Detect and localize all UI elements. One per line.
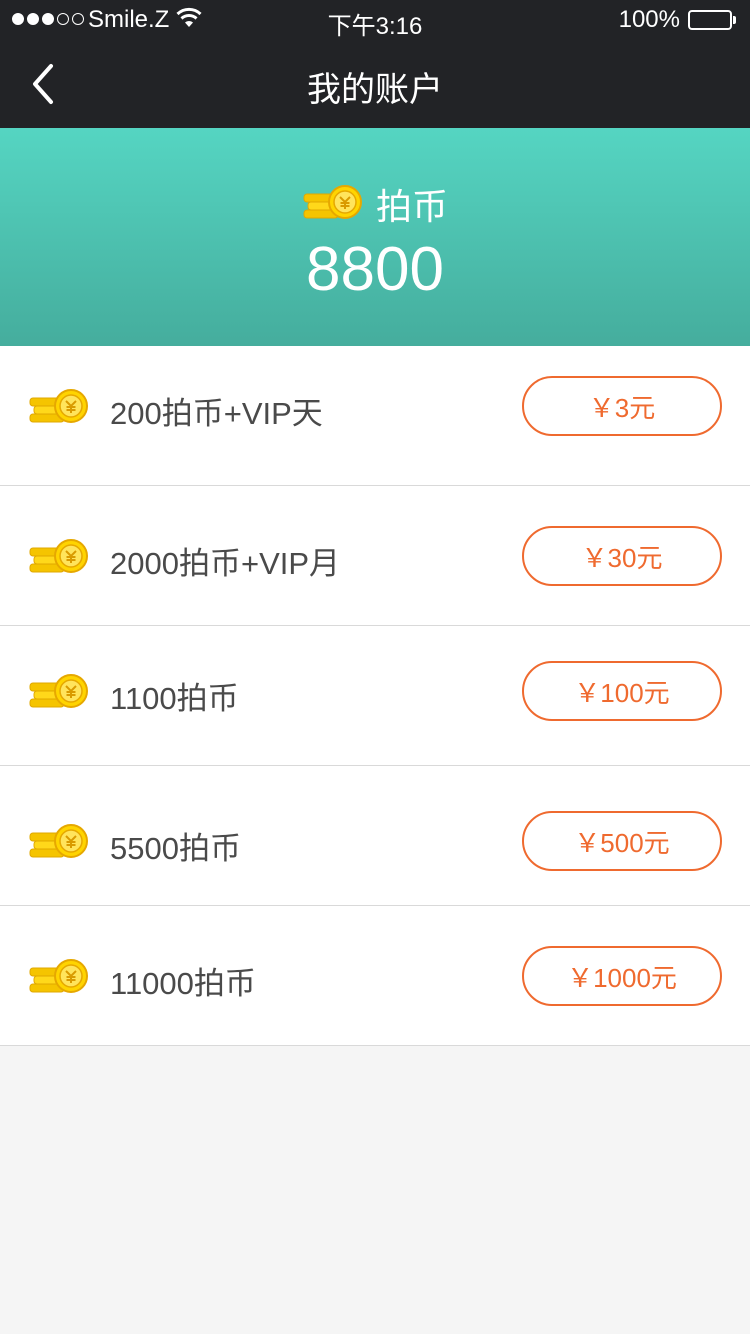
package-row: 200拍币+VIP天 ￥3元 <box>0 346 750 486</box>
package-row: 11000拍币 ￥1000元 <box>0 906 750 1046</box>
package-label: 5500拍币 <box>110 831 241 866</box>
coin-stack-icon <box>29 959 88 993</box>
price-button[interactable]: ￥30元 <box>522 526 722 586</box>
currency-label: 拍币 <box>375 187 448 228</box>
package-row: 1100拍币 ￥100元 <box>0 626 750 766</box>
coin-stack-icon <box>29 824 88 858</box>
coin-stack-icon <box>29 389 88 423</box>
battery-icon <box>688 10 736 30</box>
account-balance-header: 拍币 8800 <box>0 128 750 346</box>
price-button[interactable]: ￥1000元 <box>522 946 722 1006</box>
price-button[interactable]: ￥500元 <box>522 811 722 871</box>
currency-label-row: 拍币 <box>0 178 750 230</box>
package-label: 200拍币+VIP天 <box>110 396 323 431</box>
coin-stack-icon <box>29 674 88 708</box>
status-bar: Smile.Z 下午3:16 100% <box>0 0 750 40</box>
price-button[interactable]: ￥3元 <box>522 376 722 436</box>
price-button[interactable]: ￥100元 <box>522 661 722 721</box>
package-label: 11000拍币 <box>110 966 256 1001</box>
navigation-bar: 我的账户 <box>0 40 750 128</box>
package-row: 2000拍币+VIP月 ￥30元 <box>0 486 750 626</box>
coin-stack-icon <box>29 539 88 573</box>
recharge-package-list: 200拍币+VIP天 ￥3元 2000拍币+VIP月 ￥30元 1100拍币 ￥… <box>0 346 750 1046</box>
package-row: 5500拍币 ￥500元 <box>0 766 750 906</box>
package-label: 1100拍币 <box>110 681 239 716</box>
coin-balance: 8800 <box>306 235 444 304</box>
page-title: 我的账户 <box>307 70 443 110</box>
battery-percentage: 100% <box>618 6 680 33</box>
package-label: 2000拍币+VIP月 <box>110 546 341 581</box>
coin-stack-icon <box>303 185 362 219</box>
